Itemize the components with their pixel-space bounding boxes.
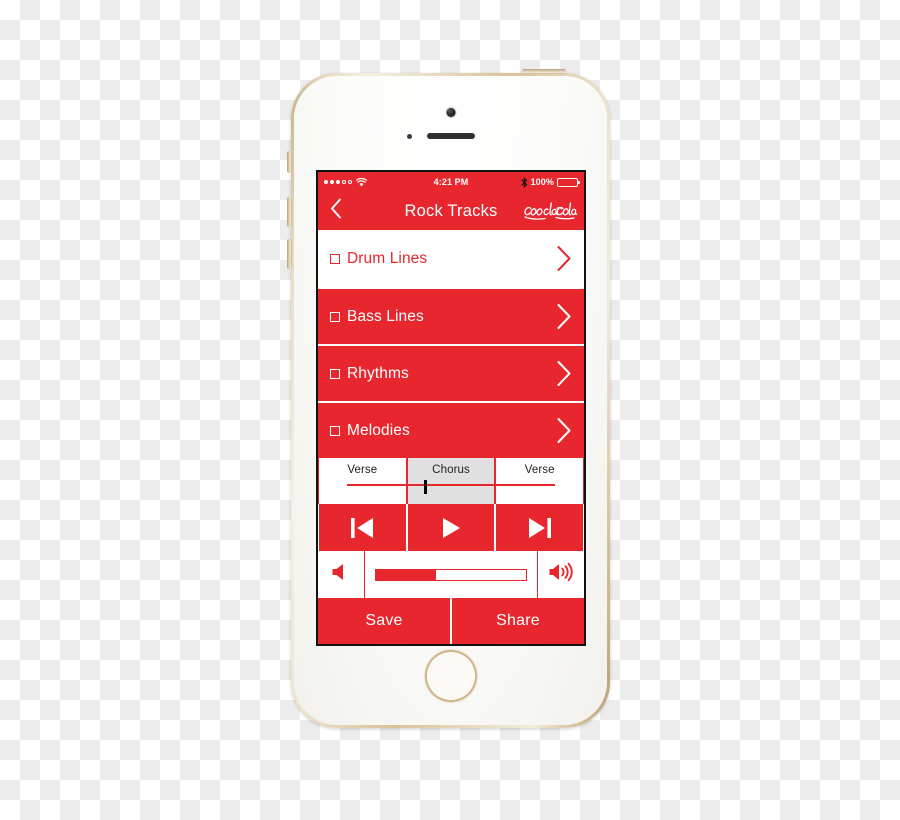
volume-up-button[interactable] [287, 197, 292, 227]
volume-slider[interactable] [365, 551, 537, 598]
save-button[interactable]: Save [318, 598, 450, 644]
back-button[interactable] [325, 198, 347, 224]
previous-track-button[interactable] [319, 504, 406, 551]
earpiece-speaker [426, 133, 475, 139]
power-button[interactable] [522, 69, 566, 74]
status-bar-left [324, 177, 434, 187]
home-button[interactable] [424, 650, 477, 702]
volume-high-icon [548, 561, 574, 588]
front-camera-icon [446, 108, 455, 117]
track-row[interactable]: Melodies [318, 401, 584, 458]
volume-slider-fill [376, 569, 436, 580]
track-label: Bass Lines [347, 307, 424, 325]
song-structure-timeline[interactable]: Verse Chorus Verse [318, 458, 584, 504]
chevron-right-icon[interactable] [556, 303, 573, 330]
chevron-right-icon[interactable] [556, 417, 573, 444]
timeline-progress-line [347, 484, 555, 486]
coca-cola-logo [523, 201, 577, 221]
timeline-segment-chorus[interactable]: Chorus [407, 458, 495, 504]
chevron-left-icon [330, 198, 342, 224]
track-row[interactable]: Drum Lines [318, 230, 584, 287]
volume-slider-track[interactable] [375, 568, 527, 581]
volume-down-button[interactable] [287, 239, 292, 269]
volume-low-icon [330, 561, 352, 588]
checkbox-unchecked-icon[interactable] [330, 311, 340, 322]
wifi-icon [356, 177, 367, 187]
checkbox-unchecked-icon[interactable] [330, 368, 340, 379]
checkbox-unchecked-icon[interactable] [330, 253, 340, 264]
phone-device: 4:21 PM 100% Rock Tracks Drum Lines Bass… [287, 69, 610, 728]
track-row[interactable]: Rhythms [318, 344, 584, 401]
volume-control-bar [318, 551, 584, 598]
silent-switch[interactable] [287, 151, 292, 173]
action-bar: Save Share [318, 598, 584, 644]
proximity-sensor-icon [406, 134, 412, 139]
share-button[interactable]: Share [452, 598, 584, 644]
next-track-button[interactable] [496, 504, 584, 551]
chevron-right-icon[interactable] [556, 245, 573, 272]
status-bar: 4:21 PM 100% [318, 172, 584, 192]
track-label: Melodies [347, 421, 410, 439]
battery-icon [557, 177, 580, 187]
volume-down-control[interactable] [318, 551, 364, 598]
chevron-right-icon[interactable] [556, 360, 573, 387]
battery-percent-label: 100% [530, 177, 554, 187]
timeline-segment-verse-2[interactable]: Verse [496, 458, 584, 504]
timeline-playhead[interactable] [424, 480, 427, 494]
skip-next-icon [527, 516, 553, 540]
transport-controls [318, 504, 584, 551]
bluetooth-icon [521, 177, 528, 188]
play-icon [441, 516, 461, 540]
phone-screen: 4:21 PM 100% Rock Tracks Drum Lines Bass… [318, 172, 584, 644]
status-bar-clock: 4:21 PM [433, 177, 469, 187]
track-label: Rhythms [347, 364, 409, 382]
skip-previous-icon [349, 516, 375, 540]
status-bar-right: 100% [468, 177, 580, 188]
track-row[interactable]: Bass Lines [318, 287, 584, 344]
play-button[interactable] [407, 504, 495, 551]
track-label: Drum Lines [347, 249, 428, 267]
volume-up-control[interactable] [538, 551, 584, 598]
signal-strength-icon [324, 180, 352, 184]
navigation-bar: Rock Tracks [318, 192, 584, 230]
checkbox-unchecked-icon[interactable] [330, 425, 340, 436]
timeline-segment-verse-1[interactable]: Verse [319, 458, 406, 504]
track-list: Drum Lines Bass Lines Rhythms Melodies [318, 230, 584, 458]
